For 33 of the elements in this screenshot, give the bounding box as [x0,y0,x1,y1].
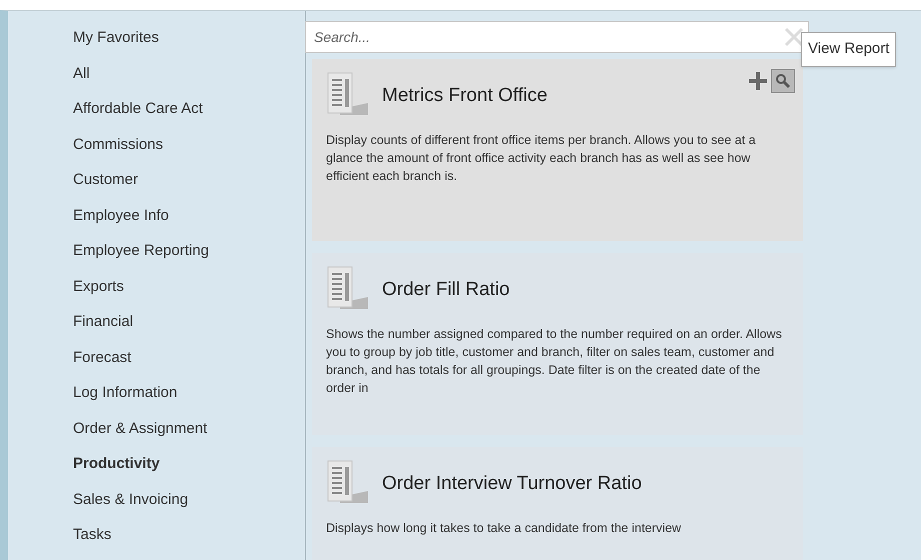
report-title: Metrics Front Office [382,84,548,108]
report-document-icon [326,71,370,117]
report-title: Order Fill Ratio [382,278,510,302]
sidebar-item[interactable]: Sales & Invoicing [73,488,305,524]
sidebar-item[interactable]: Order & Assignment [73,418,305,454]
sidebar-item[interactable]: Commissions [73,134,305,170]
sidebar-item[interactable]: All [73,62,305,98]
search-button[interactable] [771,69,795,93]
sidebar-item[interactable]: Productivity [73,453,305,489]
report-title: Order Interview Turnover Ratio [382,472,642,496]
plus-icon[interactable] [749,72,767,90]
sidebar-item[interactable]: My Favorites [73,27,305,63]
clear-icon[interactable] [783,26,805,48]
report-description: Display counts of different front office items per branch. Allows you to see at a glance the amount of front office activity each branch has as well as see how efficient each branch is. [326,132,757,185]
sidebar-item[interactable]: Forecast [73,346,305,382]
sidebar-item[interactable]: Affordable Care Act [73,98,305,134]
sidebar-item[interactable]: Employee Reporting [73,240,305,276]
report-document-icon [326,265,370,311]
report-card[interactable] [312,59,803,241]
report-description: Shows the number assigned compared to the number required on an order. Allows you to group by job title, customer and branch, filter on sales team, customer and branch, and has totals for all groupings. Date filter is on the created date of the order in [326,326,783,397]
sidebar-item[interactable]: Employee Info [73,204,305,240]
sidebar-item[interactable]: Financial [73,311,305,347]
report-card[interactable]: Order Interview Turnover Ratio Displays how long it takes to take a candidate from the interview [312,447,803,560]
sidebar-item[interactable]: Tasks [73,524,305,560]
sidebar-item[interactable]: Exports [73,276,305,312]
report-description: Displays how long it takes to take a candidate from the interview [326,520,682,537]
report-document-icon [326,459,370,505]
tooltip: View Report [801,32,896,66]
search-icon [775,73,791,89]
sidebar-item[interactable]: Log Information [73,382,305,418]
sidebar-item[interactable]: Customer [73,169,305,205]
search-field[interactable]: Search... [305,21,809,53]
report-card[interactable] [312,253,803,435]
